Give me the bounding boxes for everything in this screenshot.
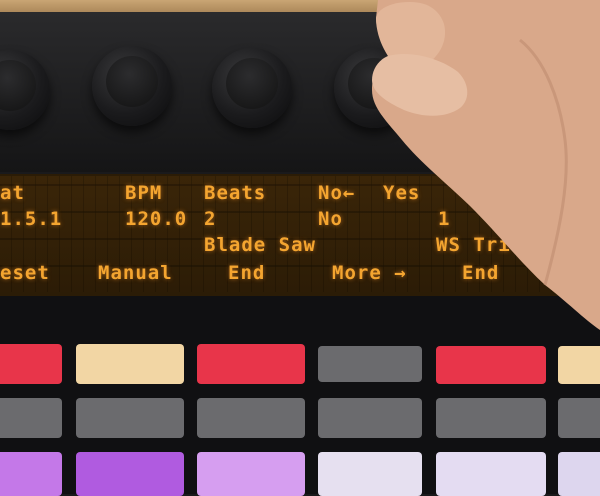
lcd-value-one: 1 <box>438 208 451 230</box>
lcd-label-beat: at <box>0 182 25 204</box>
lcd-softkey-end-2: End <box>462 262 500 284</box>
pad-r1-c4[interactable] <box>318 346 422 382</box>
lcd-label-bpm: BPM <box>125 182 163 204</box>
pad-r2-c4[interactable] <box>318 398 422 438</box>
lcd-row-4: eset Manual End More → End <box>0 262 498 286</box>
lcd-value-beats: 2 <box>204 208 217 230</box>
lcd-label-yes: Yes <box>383 182 421 204</box>
lcd-softkey-reset: eset <box>0 262 50 284</box>
lcd-display: at BPM Beats No← Yes 1.5.1 120.0 2 No 1 … <box>0 174 600 296</box>
pad-r2-c1[interactable] <box>0 398 62 438</box>
lcd-preset-blade-saw: Blade Saw <box>204 234 316 256</box>
pad-grid <box>0 296 600 496</box>
pad-r2-c2[interactable] <box>76 398 184 438</box>
pad-r3-c4[interactable] <box>318 452 422 496</box>
pad-r3-c2[interactable] <box>76 452 184 496</box>
pad-r2-c6[interactable] <box>558 398 600 438</box>
pad-r2-c5[interactable] <box>436 398 546 438</box>
encoder-knob-4[interactable] <box>334 48 414 128</box>
encoder-knob-3[interactable] <box>212 48 292 128</box>
pad-r1-c1[interactable] <box>0 344 62 384</box>
pad-r3-c3[interactable] <box>197 452 305 496</box>
pad-r3-c1[interactable] <box>0 452 62 496</box>
pad-r1-c3[interactable] <box>197 344 305 384</box>
lcd-softkey-more: More → <box>332 262 407 284</box>
lcd-label-no: No← <box>318 182 356 204</box>
lcd-value-bpm: 120.0 <box>125 208 188 230</box>
lcd-row-3: Blade Saw WS Tri <box>0 234 510 258</box>
pad-r3-c5[interactable] <box>436 452 546 496</box>
pad-r2-c3[interactable] <box>197 398 305 438</box>
controller-top-panel <box>0 12 600 172</box>
pad-r1-c6[interactable] <box>558 346 600 384</box>
lcd-label-beats: Beats <box>204 182 267 204</box>
lcd-softkey-manual: Manual <box>98 262 173 284</box>
pad-r1-c5[interactable] <box>436 346 546 384</box>
lcd-row-2: 1.5.1 120.0 2 No 1 <box>0 208 449 232</box>
lcd-value-no: No <box>318 208 343 230</box>
lcd-value-position: 1.5.1 <box>0 208 63 230</box>
lcd-softkey-end: End <box>228 262 266 284</box>
pad-r1-c2[interactable] <box>76 344 184 384</box>
pad-r3-c6[interactable] <box>558 452 600 496</box>
encoder-knob-2[interactable] <box>92 46 172 126</box>
lcd-preset-ws-tri: WS Tri <box>436 234 511 256</box>
lcd-row-1: at BPM Beats No← Yes <box>0 182 419 206</box>
